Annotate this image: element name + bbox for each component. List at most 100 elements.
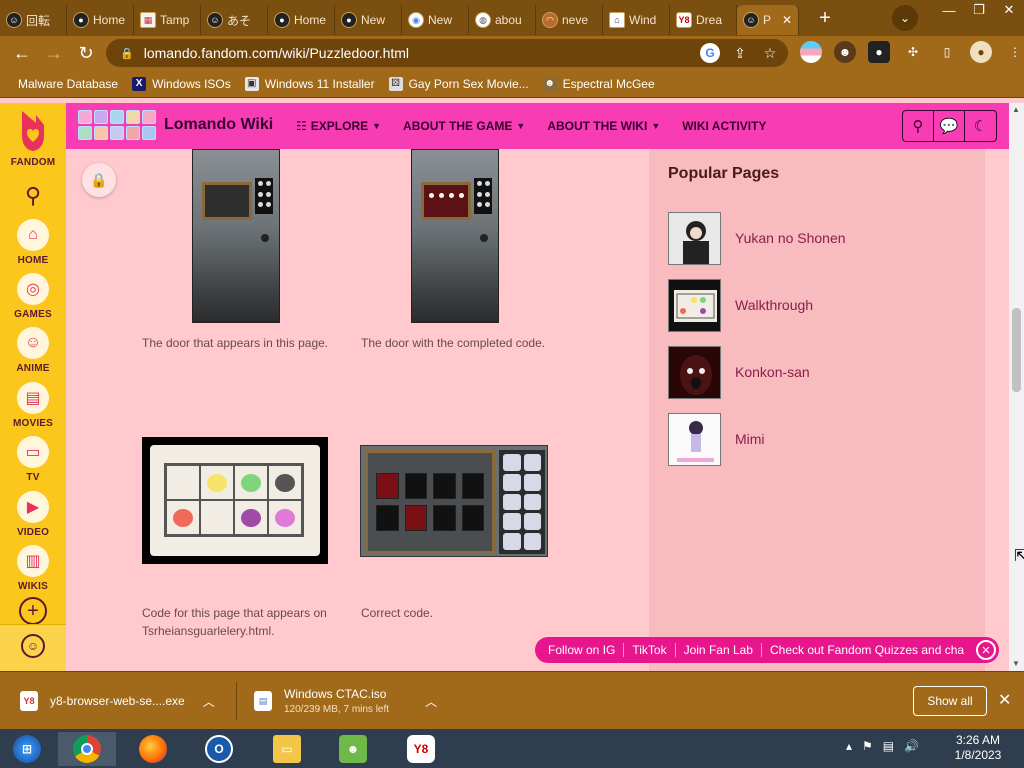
- browser-tab[interactable]: ◠ neve: [536, 5, 603, 35]
- flag-extension-icon[interactable]: [800, 41, 822, 63]
- taskbar-firefox[interactable]: [124, 732, 182, 766]
- network-icon[interactable]: ▤: [883, 739, 894, 753]
- moon-icon[interactable]: ☾: [965, 111, 996, 141]
- gallery-image-door[interactable]: [192, 149, 280, 323]
- browser-tab[interactable]: ☺ 回転: [0, 5, 67, 35]
- back-button[interactable]: ←: [6, 37, 38, 69]
- popular-page-item[interactable]: Walkthrough: [668, 278, 968, 332]
- star-icon[interactable]: ☆: [760, 43, 780, 63]
- bookmark-item[interactable]: ⚄ Gay Porn Sex Movie...: [388, 76, 529, 91]
- social-link-ig[interactable]: Follow on IG: [548, 643, 625, 657]
- chevron-up-icon[interactable]: ︿: [203, 693, 215, 710]
- social-link-tiktok[interactable]: TikTok: [632, 643, 676, 657]
- popular-page-item[interactable]: Yukan no Shonen: [668, 211, 968, 265]
- profile-icon[interactable]: ●: [970, 41, 992, 63]
- taskbar-obama[interactable]: O: [190, 732, 248, 766]
- page-scrollbar[interactable]: ▲ ▼: [1009, 103, 1024, 671]
- volume-icon[interactable]: 🔊: [904, 739, 919, 753]
- wiki-logo[interactable]: [78, 110, 156, 142]
- rail-item-games[interactable]: ◎ GAMES: [0, 273, 66, 320]
- google-icon[interactable]: G: [700, 43, 720, 63]
- lock-icon: 🔒: [90, 171, 108, 188]
- scroll-up-icon[interactable]: ▲: [1012, 105, 1020, 114]
- rail-item-wikis[interactable]: ▥ WIKIS: [0, 545, 66, 592]
- fandom-logo[interactable]: FANDOM: [0, 109, 66, 168]
- popular-page-item[interactable]: Mimi: [668, 412, 968, 466]
- close-window-icon[interactable]: ✕: [994, 0, 1024, 20]
- gallery-image-code[interactable]: [142, 437, 328, 564]
- nav-wiki-activity[interactable]: WIKI ACTIVITY: [682, 119, 766, 133]
- popular-page-link[interactable]: Walkthrough: [735, 297, 813, 313]
- gallery-image-correct-code[interactable]: [360, 445, 548, 557]
- taskbar-y8[interactable]: Y8: [392, 732, 450, 766]
- close-banner-icon[interactable]: ✕: [976, 640, 996, 660]
- tab-search-button[interactable]: ⌄: [892, 5, 918, 31]
- discussions-icon[interactable]: 💬: [934, 111, 965, 141]
- address-bar[interactable]: 🔒 lomando.fandom.com/wiki/Puzzledoor.htm…: [106, 39, 788, 67]
- new-tab-button[interactable]: +: [811, 4, 839, 32]
- reload-button[interactable]: ↻: [70, 37, 102, 69]
- bookmark-item[interactable]: X Windows ISOs: [132, 76, 231, 91]
- browser-tab[interactable]: ⌂ Wind: [603, 5, 670, 35]
- lock-button[interactable]: 🔒: [82, 163, 116, 197]
- scroll-down-icon[interactable]: ▼: [1012, 659, 1020, 668]
- nav-explore[interactable]: ☷ EXPLORE ▼: [296, 119, 381, 133]
- minimize-icon[interactable]: —: [934, 0, 964, 20]
- forward-button[interactable]: →: [38, 37, 70, 69]
- browser-tab[interactable]: ● Home: [268, 5, 335, 35]
- puzzle-icon[interactable]: ✣: [902, 41, 924, 63]
- bookmark-item[interactable]: ☻ Espectral McGee: [542, 76, 655, 91]
- popular-page-link[interactable]: Konkon-san: [735, 364, 810, 380]
- browser-tab[interactable]: ● New: [335, 5, 402, 35]
- browser-tab[interactable]: ☺ あそ: [201, 5, 268, 35]
- browser-tab[interactable]: ● Home: [67, 5, 134, 35]
- chevron-up-icon[interactable]: ︿: [425, 693, 437, 710]
- rail-item-home[interactable]: ⌂ HOME: [0, 219, 66, 266]
- rail-item-tv[interactable]: ▭ TV: [0, 436, 66, 483]
- gallery-image-door-completed[interactable]: [411, 149, 499, 323]
- home-icon: ⌂: [17, 219, 49, 251]
- search-icon[interactable]: ⚲: [903, 111, 934, 141]
- bookmark-item[interactable]: ▣ Windows 11 Installer: [244, 76, 375, 91]
- nav-about-the-wiki[interactable]: ABOUT THE WIKI ▼: [547, 119, 660, 133]
- bookmark-item[interactable]: Malware Database: [18, 77, 118, 91]
- browser-tab[interactable]: ◍ abou: [469, 5, 536, 35]
- rail-account[interactable]: ☺: [0, 634, 66, 658]
- rail-item-movies[interactable]: ▤ MOVIES: [0, 382, 66, 429]
- popular-page-link[interactable]: Yukan no Shonen: [735, 230, 846, 246]
- download-item[interactable]: Y8 y8-browser-web-se....exe ︿: [20, 680, 215, 722]
- close-tab-icon[interactable]: ✕: [782, 13, 792, 27]
- browser-tab[interactable]: Y8 Drea: [670, 5, 737, 35]
- kebab-menu-icon[interactable]: ⋮: [1004, 41, 1024, 63]
- taskbar-explorer[interactable]: ▭: [258, 732, 316, 766]
- share-icon[interactable]: ⇪: [730, 43, 750, 63]
- mask-extension-icon[interactable]: ●: [868, 41, 890, 63]
- nav-about-the-game[interactable]: ABOUT THE GAME ▼: [403, 119, 525, 133]
- tray-expand-icon[interactable]: ▴: [846, 739, 852, 753]
- social-link-quizzes[interactable]: Check out Fandom Quizzes and cha: [770, 643, 972, 657]
- rail-search[interactable]: ⚲: [0, 183, 66, 209]
- start-button[interactable]: ⊞: [0, 732, 54, 766]
- taskbar-clock[interactable]: 3:26 AM 1/8/2023: [948, 733, 1008, 763]
- chrome-center-icon: [81, 743, 93, 755]
- sidepanel-icon[interactable]: ▯: [936, 41, 958, 63]
- social-link-fanlab[interactable]: Join Fan Lab: [684, 643, 762, 657]
- avatar-extension-icon[interactable]: ☻: [834, 41, 856, 63]
- download-item[interactable]: ▤ Windows CTAC.iso 120/239 MB, 7 mins lef…: [254, 680, 437, 722]
- restore-icon[interactable]: ❐: [964, 0, 994, 20]
- wiki-title[interactable]: Lomando Wiki: [164, 116, 273, 134]
- browser-tab[interactable]: ◉ New: [402, 5, 469, 35]
- taskbar-people[interactable]: ☻: [324, 732, 382, 766]
- close-shelf-icon[interactable]: ✕: [998, 690, 1011, 710]
- popular-page-item[interactable]: Konkon-san: [668, 345, 968, 399]
- flag-icon[interactable]: ⚑: [862, 739, 873, 753]
- rail-item-video[interactable]: ▶ VIDEO: [0, 491, 66, 538]
- browser-tab-active[interactable]: ☺ P ✕: [737, 5, 799, 35]
- rail-item-anime[interactable]: ☺ ANIME: [0, 327, 66, 374]
- popular-page-link[interactable]: Mimi: [735, 431, 765, 447]
- taskbar-chrome[interactable]: [58, 732, 116, 766]
- scrollbar-thumb[interactable]: [1012, 308, 1021, 392]
- browser-tab[interactable]: ▦ Tamp: [134, 5, 201, 35]
- show-all-button[interactable]: Show all: [913, 686, 987, 716]
- rail-add[interactable]: +: [0, 597, 66, 625]
